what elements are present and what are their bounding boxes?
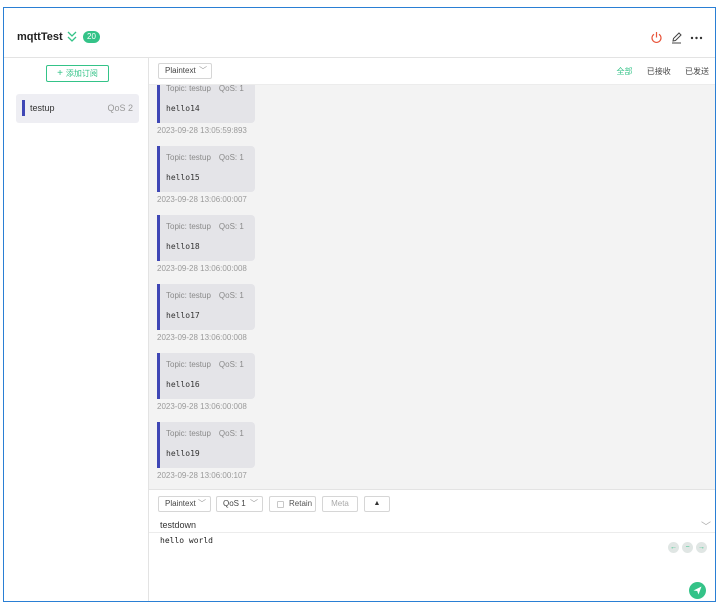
payload-format-select[interactable]: Plaintext ﹀ [158,63,212,79]
app-window: mqttTest 20 + 添加订阅 testup QoS 2 Plaintex… [3,7,716,602]
payload-history-controls: ← − → [665,541,707,553]
filter-tab-sent[interactable]: 已发送 [685,66,709,77]
message-time: 2023-09-28 13:05:59:893 [157,126,247,135]
message-item: Topic: testup QoS: 1 hello18 2023-09-28 1… [157,215,255,273]
power-icon[interactable] [650,31,663,44]
message-time: 2023-09-28 13:06:00:008 [157,402,247,411]
message-bubble[interactable]: Topic: testup QoS: 1 hello17 [157,284,255,330]
send-button[interactable] [689,582,706,599]
subscription-item-testup[interactable]: testup QoS 2 [16,94,139,123]
message-time: 2023-09-28 13:06:00:008 [157,333,247,342]
message-payload: hello14 [166,104,200,113]
message-qos: QoS: 1 [218,85,244,93]
publish-topic-row: ﹀ [149,517,715,533]
message-filter-tabs: 全部 已接收 已发送 [605,66,709,77]
connection-name: mqttTest [17,31,63,43]
checkbox-icon [277,501,284,508]
subscription-color-bar [22,100,25,116]
message-toolbar: Plaintext ﹀ 全部 已接收 已发送 [149,58,715,85]
arrow-left-icon[interactable]: ← [668,542,679,553]
message-qos: QoS: 1 [218,360,244,369]
message-item: Topic: testup QoS: 1 hello17 2023-09-28 1… [157,284,255,342]
message-topic: Topic: testup [166,429,211,438]
message-meta: Topic: testup QoS: 1 [166,85,244,93]
message-item: Topic: testup QoS: 1 hello15 2023-09-28 1… [157,146,255,204]
message-topic: Topic: testup [166,291,211,300]
message-bubble[interactable]: Topic: testup QoS: 1 hello15 [157,146,255,192]
publish-topic-input[interactable] [160,518,690,532]
filter-tab-received[interactable]: 已接收 [647,66,671,77]
arrow-right-icon[interactable]: → [696,542,707,553]
expand-button[interactable]: ▲ [364,496,390,512]
payload-format-value: Plaintext [165,66,196,75]
retain-checkbox[interactable]: Retain [269,496,316,512]
message-payload: hello18 [166,242,200,251]
filter-tab-all[interactable]: 全部 [617,66,633,77]
message-payload: hello17 [166,311,200,320]
message-topic: Topic: testup [166,360,211,369]
message-color-bar [157,85,160,123]
message-meta: Topic: testup QoS: 1 [166,153,244,162]
more-icon[interactable] [690,31,703,44]
message-bubble[interactable]: Topic: testup QoS: 1 hello18 [157,215,255,261]
message-meta: Topic: testup QoS: 1 [166,429,244,438]
message-time: 2023-09-28 13:06:00:008 [157,264,247,273]
message-topic: Topic: testup [166,222,211,231]
message-bubble[interactable]: Topic: testup QoS: 1 hello14 [157,85,255,123]
message-color-bar [157,146,160,192]
publish-payload-editor[interactable]: hello world [160,536,640,545]
publish-panel: Plaintext ﹀ QoS 1 ﹀ Retain Meta ▲ ﹀ hell… [149,489,715,601]
message-color-bar [157,215,160,261]
message-item: Topic: testup QoS: 1 hello19 2023-09-28 1… [157,422,255,480]
message-bubble[interactable]: Topic: testup QoS: 1 hello19 [157,422,255,468]
edit-icon[interactable] [670,31,683,44]
message-payload: hello16 [166,380,200,389]
message-color-bar [157,353,160,399]
message-count-badge: 20 [83,31,100,43]
chevron-down-icon[interactable]: ﹀ [701,518,711,533]
message-payload: hello19 [166,449,200,458]
message-topic: Topic: testup [166,85,211,93]
publish-qos-select[interactable]: QoS 1 ﹀ [216,496,263,512]
message-meta: Topic: testup QoS: 1 [166,360,244,369]
message-qos: QoS: 1 [218,222,244,231]
chevron-down-icon: ﹀ [199,66,207,75]
message-time: 2023-09-28 13:06:00:007 [157,195,247,204]
message-meta: Topic: testup QoS: 1 [166,291,244,300]
message-qos: QoS: 1 [218,153,244,162]
send-icon [693,586,702,595]
chevron-down-icon: ﹀ [250,499,258,508]
message-qos: QoS: 1 [218,291,244,300]
caret-up-icon: ▲ [373,500,381,507]
publish-payload-format-select[interactable]: Plaintext ﹀ [158,496,211,512]
message-item: Topic: testup QoS: 1 hello14 2023-09-28 1… [157,85,255,135]
chevron-down-icon: ﹀ [198,499,206,508]
subscription-sidebar: + 添加订阅 testup QoS 2 [4,58,149,601]
minus-icon[interactable]: − [682,542,693,553]
add-subscription-label: 添加订阅 [65,69,98,78]
double-chevron-down-icon[interactable] [66,30,78,43]
subscription-topic: testup [30,103,55,113]
message-bubble[interactable]: Topic: testup QoS: 1 hello16 [157,353,255,399]
message-time: 2023-09-28 13:06:00:107 [157,471,247,480]
add-subscription-button[interactable]: + 添加订阅 [46,65,109,82]
connection-header: mqttTest 20 [4,8,715,58]
meta-button[interactable]: Meta [322,496,358,512]
message-qos: QoS: 1 [218,429,244,438]
message-meta: Topic: testup QoS: 1 [166,222,244,231]
publish-qos-value: QoS 1 [223,499,246,508]
retain-label: Retain [289,499,313,508]
message-color-bar [157,284,160,330]
message-color-bar [157,422,160,468]
subscription-qos: QoS 2 [107,103,133,113]
message-payload: hello15 [166,173,200,182]
message-item: Topic: testup QoS: 1 hello16 2023-09-28 1… [157,353,255,411]
message-topic: Topic: testup [166,153,211,162]
plus-icon: + [57,68,63,79]
message-list[interactable]: Topic: testup QoS: 1 hello14 2023-09-28 1… [149,85,715,489]
publish-payload-format-value: Plaintext [165,499,196,508]
